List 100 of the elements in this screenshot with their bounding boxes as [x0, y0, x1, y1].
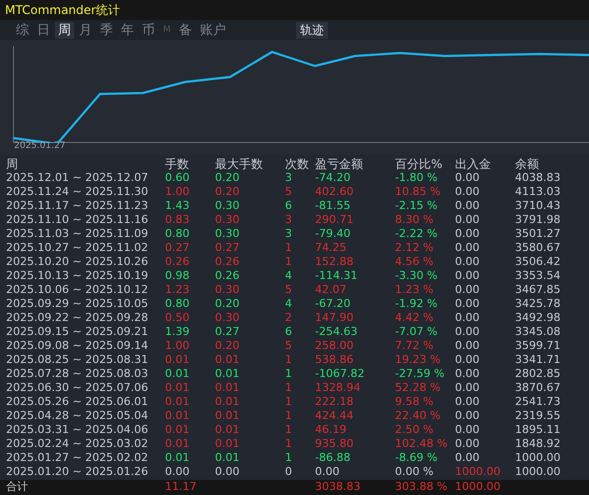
- period-tab[interactable]: 账户: [196, 22, 229, 38]
- table-cell-text: 0.00: [455, 269, 480, 283]
- table-cell-text: 0.01: [165, 367, 190, 381]
- table-cell-text: -27.59 %: [395, 367, 446, 381]
- table-cell-text: -2.15 %: [395, 199, 438, 213]
- table-cell-text: 0.27: [215, 241, 240, 255]
- table-cell-text: 1328.94: [315, 381, 362, 395]
- table-cell-text: 0.00: [455, 241, 480, 255]
- table-cell-text: 3710.43: [515, 199, 562, 213]
- track-button[interactable]: 轨迹: [296, 22, 328, 38]
- table-cell-text: 0.83: [165, 213, 190, 227]
- table-cell-text: 0.01: [215, 451, 240, 465]
- table-cell-text: -1067.82: [315, 367, 366, 381]
- table-cell-text: 0.00: [215, 465, 240, 479]
- table-cell-text: 42.07: [315, 283, 348, 297]
- table-cell-text: 2319.55: [515, 409, 562, 423]
- table-cell-text: 0.01: [165, 423, 190, 437]
- table-cell-text: 2541.73: [515, 395, 562, 409]
- table-cell-text: 222.18: [315, 395, 354, 409]
- table-cell-text: 5: [285, 185, 293, 199]
- table-cell-text: 1: [285, 367, 293, 381]
- table-cell-text: 0.20: [215, 185, 240, 199]
- table-cell-text: 0.26: [165, 255, 190, 269]
- table-cell-text: 0.30: [215, 199, 240, 213]
- table-cell-text: 0.00: [455, 199, 480, 213]
- table-cell-text: 2025.11.24 ~ 2025.11.30: [5, 185, 150, 199]
- table-cell-text: 2.12 %: [395, 241, 434, 255]
- table-cell-text: 2025.01.27 ~ 2025.02.02: [5, 451, 150, 465]
- table-cell-text: -8.69 %: [395, 451, 438, 465]
- column-header: 次数: [285, 157, 310, 171]
- period-tab[interactable]: 备: [176, 22, 195, 38]
- table-cell-text: 0.01: [165, 395, 190, 409]
- table-cell-text: 2025.07.28 ~ 2025.08.03: [5, 367, 150, 381]
- table-cell-text: 2025.04.28 ~ 2025.05.04: [5, 409, 150, 423]
- table-cell-text: 2025.02.24 ~ 2025.03.02: [5, 437, 150, 451]
- table-cell-text: 1.39: [165, 325, 190, 339]
- period-tab[interactable]: 周: [55, 22, 74, 38]
- table-cell-text: 0.20: [215, 339, 240, 353]
- table-cell-text: 1: [285, 409, 293, 423]
- table-cell-text: -7.07 %: [395, 325, 438, 339]
- table-cell-text: 0.00: [455, 311, 480, 325]
- table-cell-text: 2025.06.30 ~ 2025.07.06: [5, 381, 150, 395]
- table-cell-text: 22.40 %: [395, 409, 442, 423]
- table-cell-text: 0.20: [215, 297, 240, 311]
- table-cell-text: 1895.11: [515, 423, 562, 437]
- table-cell-text: 935.80: [315, 437, 354, 451]
- table-cell-text: 3353.54: [515, 269, 562, 283]
- table-cell-text: 0.00: [455, 409, 480, 423]
- table-cell-text: 2025.03.31 ~ 2025.04.06: [5, 423, 150, 437]
- table-cell-text: -1.80 %: [395, 171, 438, 185]
- table-cell-text: 4.42 %: [395, 311, 434, 325]
- table-cell-text: -79.40: [315, 227, 352, 241]
- column-header: 手数: [165, 157, 190, 171]
- period-tab[interactable]: 年: [118, 22, 137, 38]
- table-cell-text: 2025.09.29 ~ 2025.10.05: [5, 297, 150, 311]
- table-cell-text: 0.00: [165, 465, 190, 479]
- table-cell-text: 147.90: [315, 311, 354, 325]
- table-cell-text: 3425.78: [515, 297, 562, 311]
- table-cell-text: 3: [285, 171, 293, 185]
- table-cell-text: 9.58 %: [395, 395, 434, 409]
- table-cell-text: 4.56 %: [395, 255, 434, 269]
- total-cell-text: 303.88 %: [395, 480, 448, 495]
- table-cell-text: 1: [285, 241, 293, 255]
- table-cell-text: 1000.00: [515, 451, 562, 465]
- table-cell-text: 2025.09.08 ~ 2025.09.14: [5, 339, 150, 353]
- table-cell-text: 3599.71: [515, 339, 562, 353]
- table-cell-text: 1: [285, 395, 293, 409]
- table-cell-text: 4: [285, 297, 293, 311]
- period-tab[interactable]: 日: [34, 22, 53, 38]
- table-cell-text: 2025.01.20 ~ 2025.01.26: [5, 465, 150, 479]
- table-cell-text: 2802.85: [515, 367, 562, 381]
- table-cell-text: 1: [285, 437, 293, 451]
- table-cell-text: 0.30: [215, 311, 240, 325]
- table-cell-text: 3506.42: [515, 255, 562, 269]
- table-cell-text: 0.00: [455, 171, 480, 185]
- period-tab[interactable]: 月: [76, 22, 95, 38]
- table-cell-text: 0.00: [455, 297, 480, 311]
- table-cell-text: 290.71: [315, 213, 354, 227]
- table-cell-text: 0.00 %: [395, 465, 434, 479]
- table-cell-text: 1: [285, 381, 293, 395]
- period-tab[interactable]: 综: [13, 22, 32, 38]
- table-cell-text: 0.26: [215, 269, 240, 283]
- table-cell-text: -1.92 %: [395, 297, 438, 311]
- table-cell-text: 4: [285, 269, 293, 283]
- table-cell-text: 6: [285, 199, 293, 213]
- period-tab[interactable]: 季: [97, 22, 116, 38]
- table-cell-text: -254.63: [315, 325, 358, 339]
- table-cell-text: 2025.08.25 ~ 2025.08.31: [5, 353, 150, 367]
- period-tab[interactable]: 币: [139, 22, 158, 38]
- table-cell-text: 3791.98: [515, 213, 562, 227]
- table-cell-text: 19.23 %: [395, 353, 442, 367]
- table-cell-text: 1.00: [165, 339, 190, 353]
- table-cell-text: 0.01: [165, 409, 190, 423]
- table-cell-text: 3345.08: [515, 325, 562, 339]
- table-cell-text: 0.00: [455, 227, 480, 241]
- table-cell-text: 0.00: [455, 381, 480, 395]
- table-cell-text: 8.30 %: [395, 213, 434, 227]
- table-cell-text: 5: [285, 339, 293, 353]
- table-cell-text: 3501.27: [515, 227, 562, 241]
- table-cell-text: -114.31: [315, 269, 358, 283]
